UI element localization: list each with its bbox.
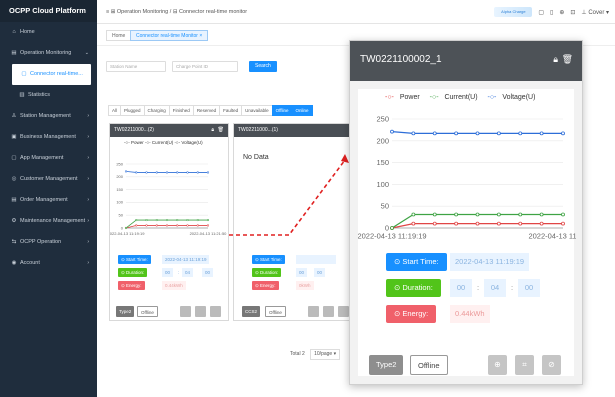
- data-point: [411, 221, 416, 226]
- legend-voltage: -○- Voltage(U): [487, 94, 536, 101]
- legend-current: -○- Current(U): [429, 94, 478, 101]
- duration-hours: 00: [450, 279, 472, 297]
- data-point: [475, 212, 480, 217]
- data-point: [390, 226, 394, 230]
- stop-icon[interactable]: ⊘: [542, 355, 561, 375]
- data-point: [411, 212, 416, 217]
- data-point: [518, 131, 523, 136]
- data-point: [432, 212, 437, 217]
- chart-legend: -○- Power -○- Current(U) -○- Voltage(U): [385, 94, 543, 101]
- data-point: [539, 221, 544, 226]
- data-point: [539, 131, 544, 136]
- duration-separator: :: [477, 283, 480, 292]
- data-point: [475, 131, 480, 136]
- data-point: [539, 212, 544, 217]
- data-point: [454, 131, 459, 136]
- duration-separator: :: [511, 283, 514, 292]
- y-tick-label: 250: [376, 115, 389, 124]
- unlock-connector-icon[interactable]: ⌗: [515, 355, 534, 375]
- x-tick-label: 2022-04-13 11:21:50: [528, 232, 576, 241]
- start-time-label: ⊙ Start Time:: [386, 253, 447, 271]
- data-point: [411, 131, 416, 136]
- trash-icon[interactable]: 🗑︎: [562, 54, 573, 65]
- data-point: [518, 221, 523, 226]
- data-point: [561, 221, 565, 226]
- x-tick-label: 2022-04-13 11:19:19: [358, 232, 427, 241]
- data-point: [496, 221, 501, 226]
- connector-type-badge: Type2: [369, 355, 404, 375]
- card-title: TW0221100002_1: [360, 54, 442, 65]
- duration-seconds: 00: [518, 279, 540, 297]
- y-tick-label: 100: [376, 180, 389, 189]
- data-point: [561, 131, 565, 136]
- data-point: [390, 129, 394, 134]
- data-point: [496, 131, 501, 136]
- magnified-connector-card: TW0221100002_1 🔒︎ 🗑︎ -○- Power -○- Curre…: [349, 40, 583, 385]
- legend-power: -○- Power: [385, 94, 420, 101]
- start-charge-icon[interactable]: ⊕: [488, 355, 507, 375]
- y-tick-label: 50: [381, 202, 389, 211]
- data-point: [432, 221, 437, 226]
- y-tick-label: 150: [376, 158, 389, 167]
- energy-value: 0.44kWh: [450, 305, 490, 323]
- series-line-current-u-: [391, 213, 563, 229]
- energy-label: ⊙ Energy:: [386, 305, 437, 323]
- power-current-voltage-chart: 0501001502002502022-04-13 11:19:19 2022-0…: [358, 115, 576, 241]
- status-badge: Offline: [410, 355, 448, 375]
- duration-label: ⊙ Duration:: [386, 279, 441, 297]
- duration-minutes: 04: [484, 279, 506, 297]
- data-point: [518, 212, 523, 217]
- data-point: [432, 131, 437, 136]
- start-time-value: 2022-04-13 11:19:19: [450, 253, 530, 271]
- y-tick-label: 200: [376, 136, 389, 145]
- data-point: [454, 221, 459, 226]
- data-point: [454, 212, 459, 217]
- lock-icon[interactable]: 🔒︎: [553, 54, 558, 65]
- data-point: [496, 212, 501, 217]
- data-point: [475, 221, 480, 226]
- data-point: [561, 212, 565, 217]
